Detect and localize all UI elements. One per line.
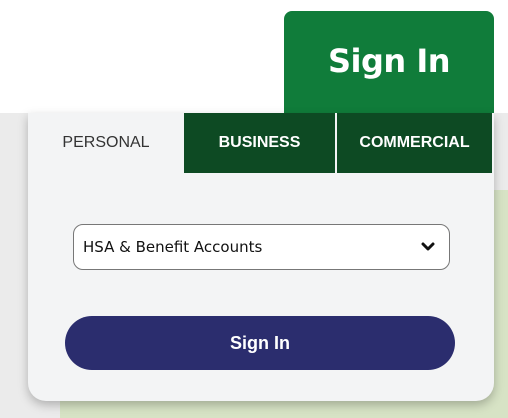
tab-personal[interactable]: PERSONAL (28, 113, 184, 173)
header-sign-in-tab[interactable]: Sign In (284, 11, 494, 119)
account-type-select-value: HSA & Benefit Accounts (83, 238, 263, 256)
tab-commercial[interactable]: COMMERCIAL (337, 113, 492, 173)
chevron-down-icon (421, 240, 435, 254)
account-type-tabs: PERSONAL BUSINESS COMMERCIAL (28, 113, 494, 173)
account-type-select[interactable]: HSA & Benefit Accounts (73, 224, 450, 270)
sign-in-button[interactable]: Sign In (65, 316, 455, 370)
sign-in-panel: PERSONAL BUSINESS COMMERCIAL HSA & Benef… (28, 113, 494, 401)
tab-business[interactable]: BUSINESS (184, 113, 337, 173)
